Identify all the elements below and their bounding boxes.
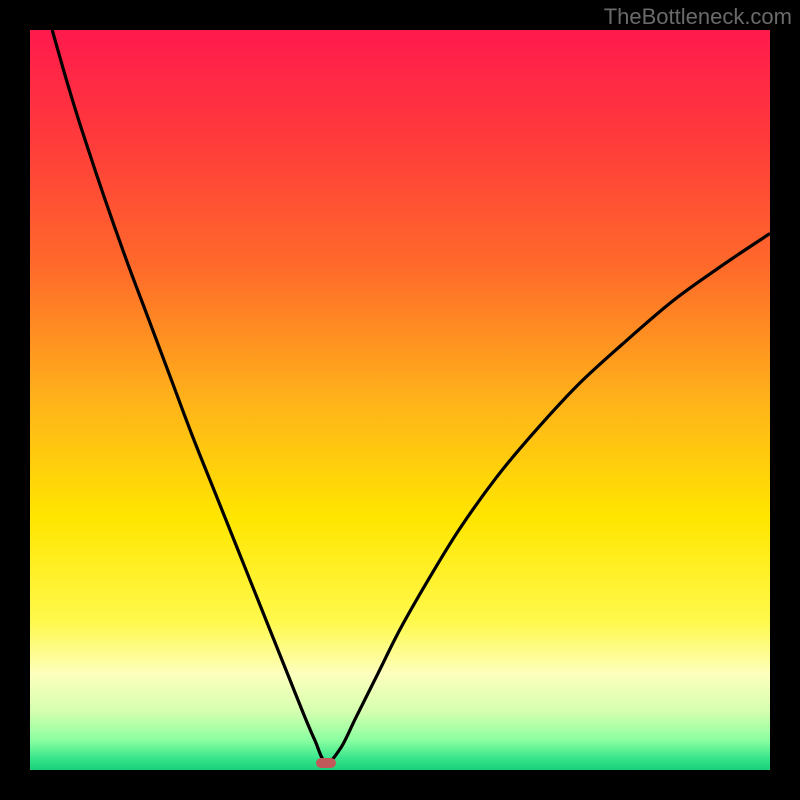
bottleneck-curve <box>30 30 770 770</box>
watermark-text: TheBottleneck.com <box>604 4 792 30</box>
chart-frame: TheBottleneck.com <box>0 0 800 800</box>
plot-area <box>30 30 770 770</box>
optimal-point-marker <box>316 758 336 768</box>
